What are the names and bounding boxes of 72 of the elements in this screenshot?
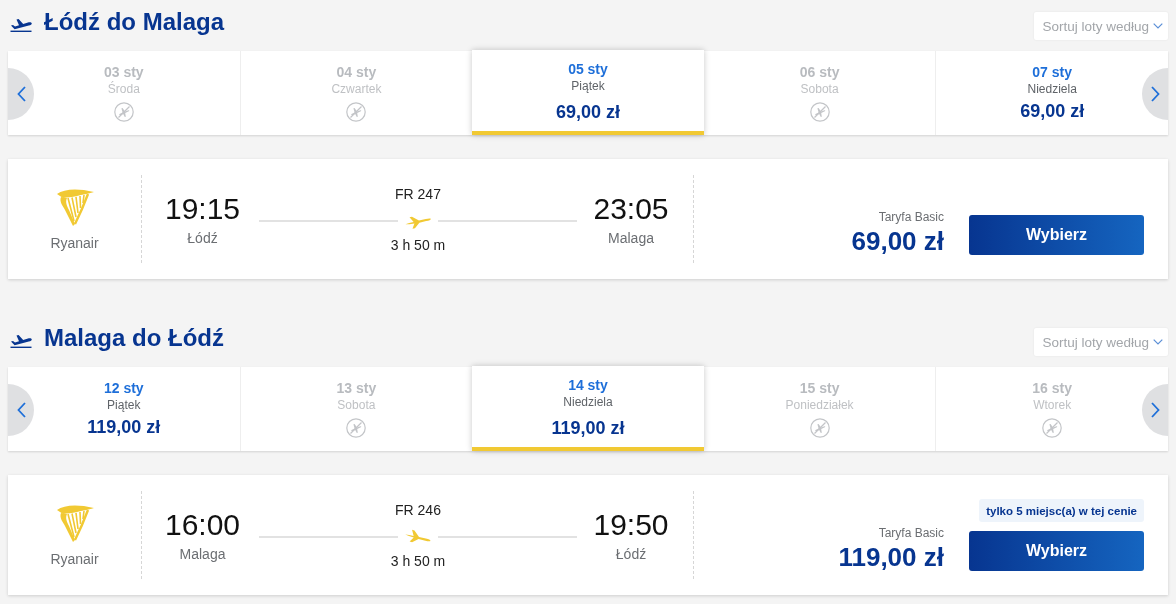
date-tab[interactable]: 16 sty Wtorek	[935, 367, 1168, 451]
tab-price: 119,00 zł	[551, 417, 625, 440]
chevron-down-icon	[1153, 23, 1163, 29]
tab-day: Poniedziałek	[785, 397, 854, 413]
date-tab[interactable]: 06 sty Sobota	[703, 51, 936, 135]
fare-price: 69,00 zł	[851, 225, 944, 257]
chevron-left-icon	[16, 402, 26, 418]
date-tab[interactable]: 15 sty Poniedziałek	[703, 367, 936, 451]
tab-date: 12 sty	[103, 379, 144, 397]
tab-date: 06 sty	[799, 63, 840, 81]
tab-day: Sobota	[800, 81, 839, 97]
departure-time: 16:00	[164, 507, 241, 542]
chevron-left-icon	[16, 86, 26, 102]
date-tab[interactable]: 04 sty Czwartek	[239, 51, 473, 135]
fare-label: Taryfa Basic	[878, 525, 944, 541]
tab-date: 14 sty	[568, 376, 608, 394]
tab-day: Niedziela	[563, 394, 613, 410]
tab-date: 04 sty	[336, 63, 377, 81]
chevron-right-icon	[1150, 402, 1160, 418]
fare-price: 119,00 zł	[838, 541, 944, 573]
crossed-plane-icon	[1042, 418, 1063, 438]
crossed-plane-icon	[346, 418, 367, 438]
chevron-down-icon	[1153, 339, 1163, 345]
arrival-time: 23:05	[593, 191, 669, 226]
date-tab[interactable]: 12 sty Piątek 119,00 zł	[8, 367, 240, 451]
fare-label: Taryfa Basic	[878, 209, 944, 225]
tab-date: 13 sty	[336, 379, 377, 397]
flight-number: FR 247	[395, 184, 441, 203]
sort-dropdown[interactable]: Sortuj loty według	[1034, 12, 1168, 40]
airplane-icon	[404, 528, 432, 545]
tab-day: Wtorek	[1033, 397, 1072, 413]
tab-day: Niedziela	[1027, 81, 1077, 97]
tab-price: 119,00 zł	[87, 416, 161, 439]
arrival-place: Malaga	[608, 228, 654, 247]
flight-duration: 3 h 50 m	[390, 551, 446, 570]
crossed-plane-icon	[809, 418, 830, 438]
flight-number: FR 246	[395, 500, 441, 519]
date-tab[interactable]: 13 sty Sobota	[239, 367, 473, 451]
tab-day: Środa	[107, 81, 140, 97]
crossed-plane-icon	[346, 102, 367, 122]
select-button[interactable]: Wybierz	[969, 531, 1144, 571]
chevron-right-icon	[1150, 86, 1160, 102]
departure-place: Malaga	[179, 544, 226, 563]
section-title: Łódź do Malaga	[44, 7, 224, 37]
tab-day: Piątek	[107, 397, 141, 413]
tab-day: Czwartek	[331, 81, 382, 97]
departure-time: 19:15	[164, 191, 241, 226]
tab-date: 05 sty	[568, 60, 608, 78]
arrival-time: 19:50	[593, 507, 669, 542]
airline-name: Ryanair	[50, 550, 99, 567]
section-title: Malaga do Łódź	[44, 323, 224, 353]
seats-left-badge: tylko 5 miejsc(a) w tej cenie	[979, 499, 1144, 522]
date-tab[interactable]: 14 sty Niedziela 119,00 zł	[472, 366, 704, 451]
date-tab[interactable]: 07 sty Niedziela 69,00 zł	[935, 51, 1168, 135]
tab-day: Piątek	[571, 78, 605, 94]
crossed-plane-icon	[809, 102, 830, 122]
date-tab[interactable]: 05 sty Piątek 69,00 zł	[472, 50, 704, 135]
sort-dropdown[interactable]: Sortuj loty według	[1034, 328, 1168, 356]
tab-date: 15 sty	[799, 379, 840, 397]
tab-price: 69,00 zł	[1020, 100, 1085, 123]
flight-duration: 3 h 50 m	[390, 235, 446, 254]
tab-date: 16 sty	[1032, 379, 1072, 397]
arrival-place: Łódź	[615, 544, 647, 563]
tab-date: 07 sty	[1032, 63, 1072, 81]
tab-price: 69,00 zł	[555, 101, 620, 124]
tab-date: 03 sty	[103, 63, 144, 81]
crossed-plane-icon	[113, 102, 134, 122]
select-button[interactable]: Wybierz	[969, 215, 1144, 255]
tab-day: Sobota	[337, 397, 376, 413]
departure-place: Łódź	[187, 228, 218, 247]
date-tab[interactable]: 03 sty Środa	[8, 51, 240, 135]
airline-name: Ryanair	[50, 234, 99, 251]
